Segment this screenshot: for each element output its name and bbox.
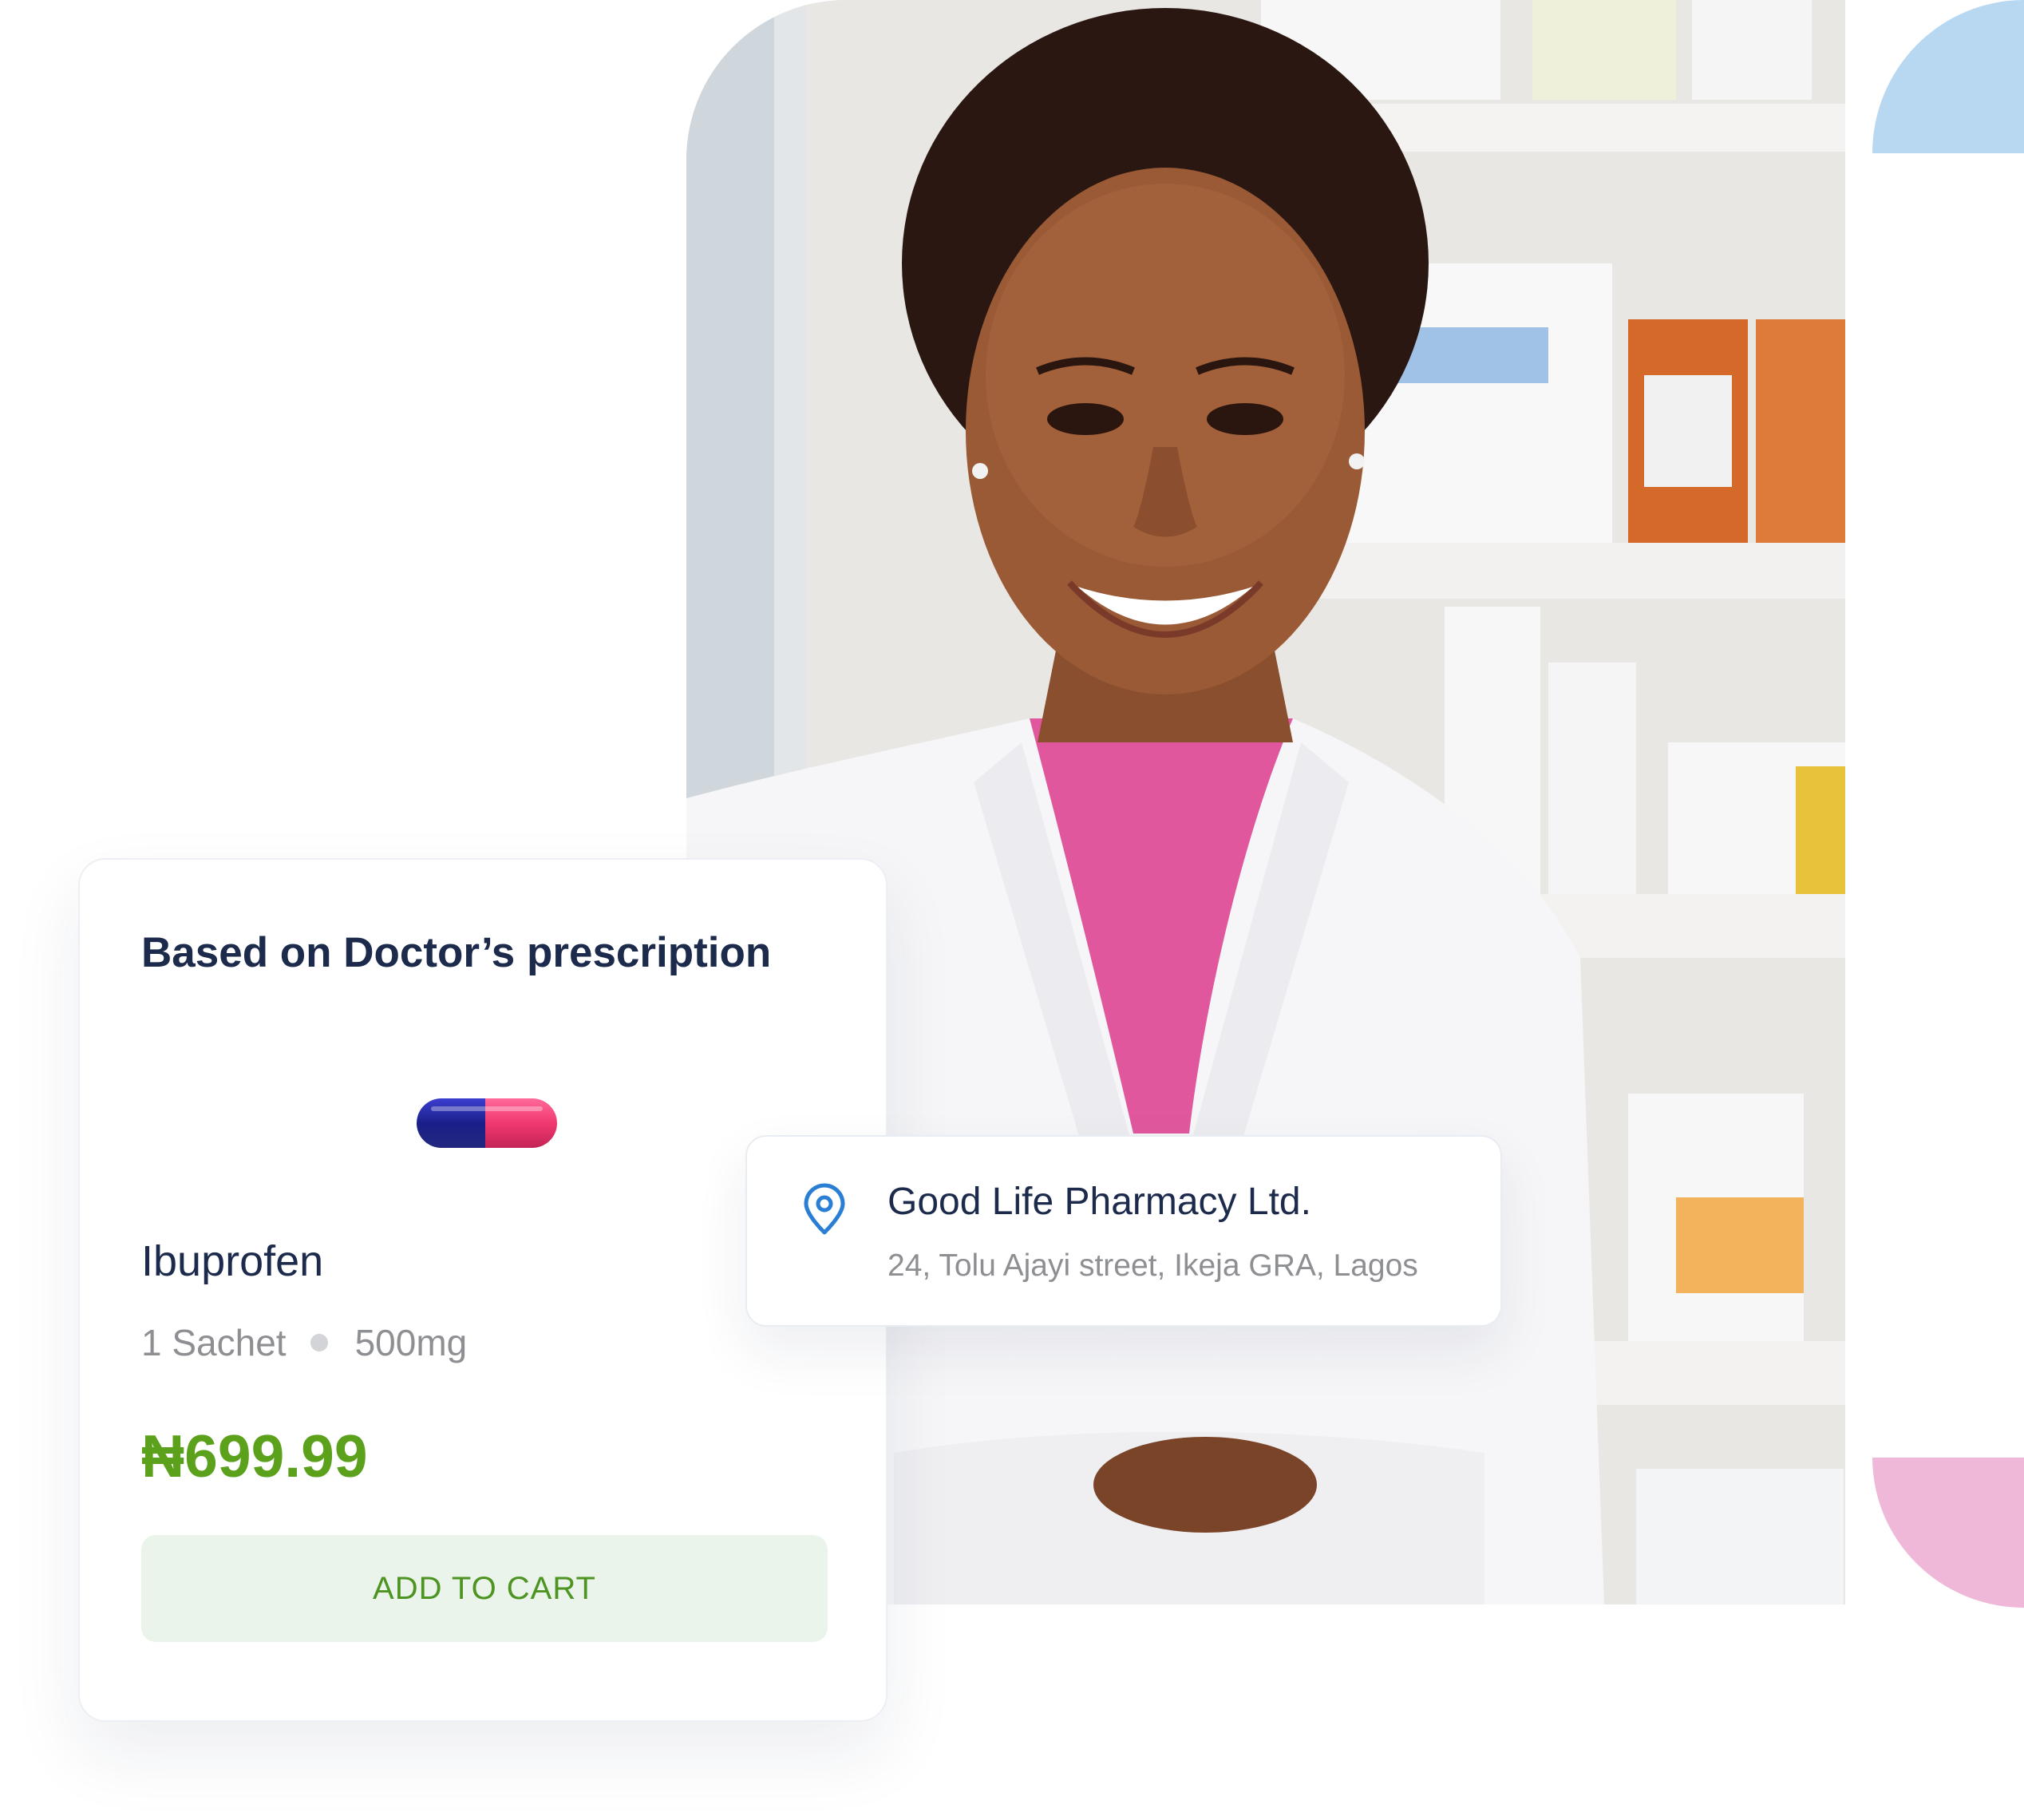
capsule-icon: [415, 1097, 559, 1149]
decorative-pink-quarter-circle: [1872, 1458, 2024, 1608]
product-price: ₦699.99: [141, 1422, 368, 1490]
product-name: Ibuprofen: [141, 1237, 324, 1285]
pharmacy-address: 24, Tolu Ajayi street, Ikeja GRA, Lagos: [887, 1248, 1418, 1283]
add-to-cart-button[interactable]: ADD TO CART: [141, 1535, 828, 1642]
product-dosage: 500mg: [354, 1322, 468, 1363]
separator-dot: [310, 1334, 328, 1351]
pharmacy-name: Good Life Pharmacy Ltd.: [887, 1181, 1311, 1223]
pharmacy-location-card[interactable]: Good Life Pharmacy Ltd. 24, Tolu Ajayi s…: [745, 1135, 1502, 1327]
location-pin-icon: [801, 1183, 848, 1236]
decorative-blue-quarter-circle: [1872, 0, 2024, 153]
card-heading: Based on Doctor’s prescription: [141, 929, 772, 976]
product-quantity: 1 Sachet: [141, 1322, 287, 1363]
product-meta: 1 Sachet 500mg: [141, 1321, 467, 1364]
